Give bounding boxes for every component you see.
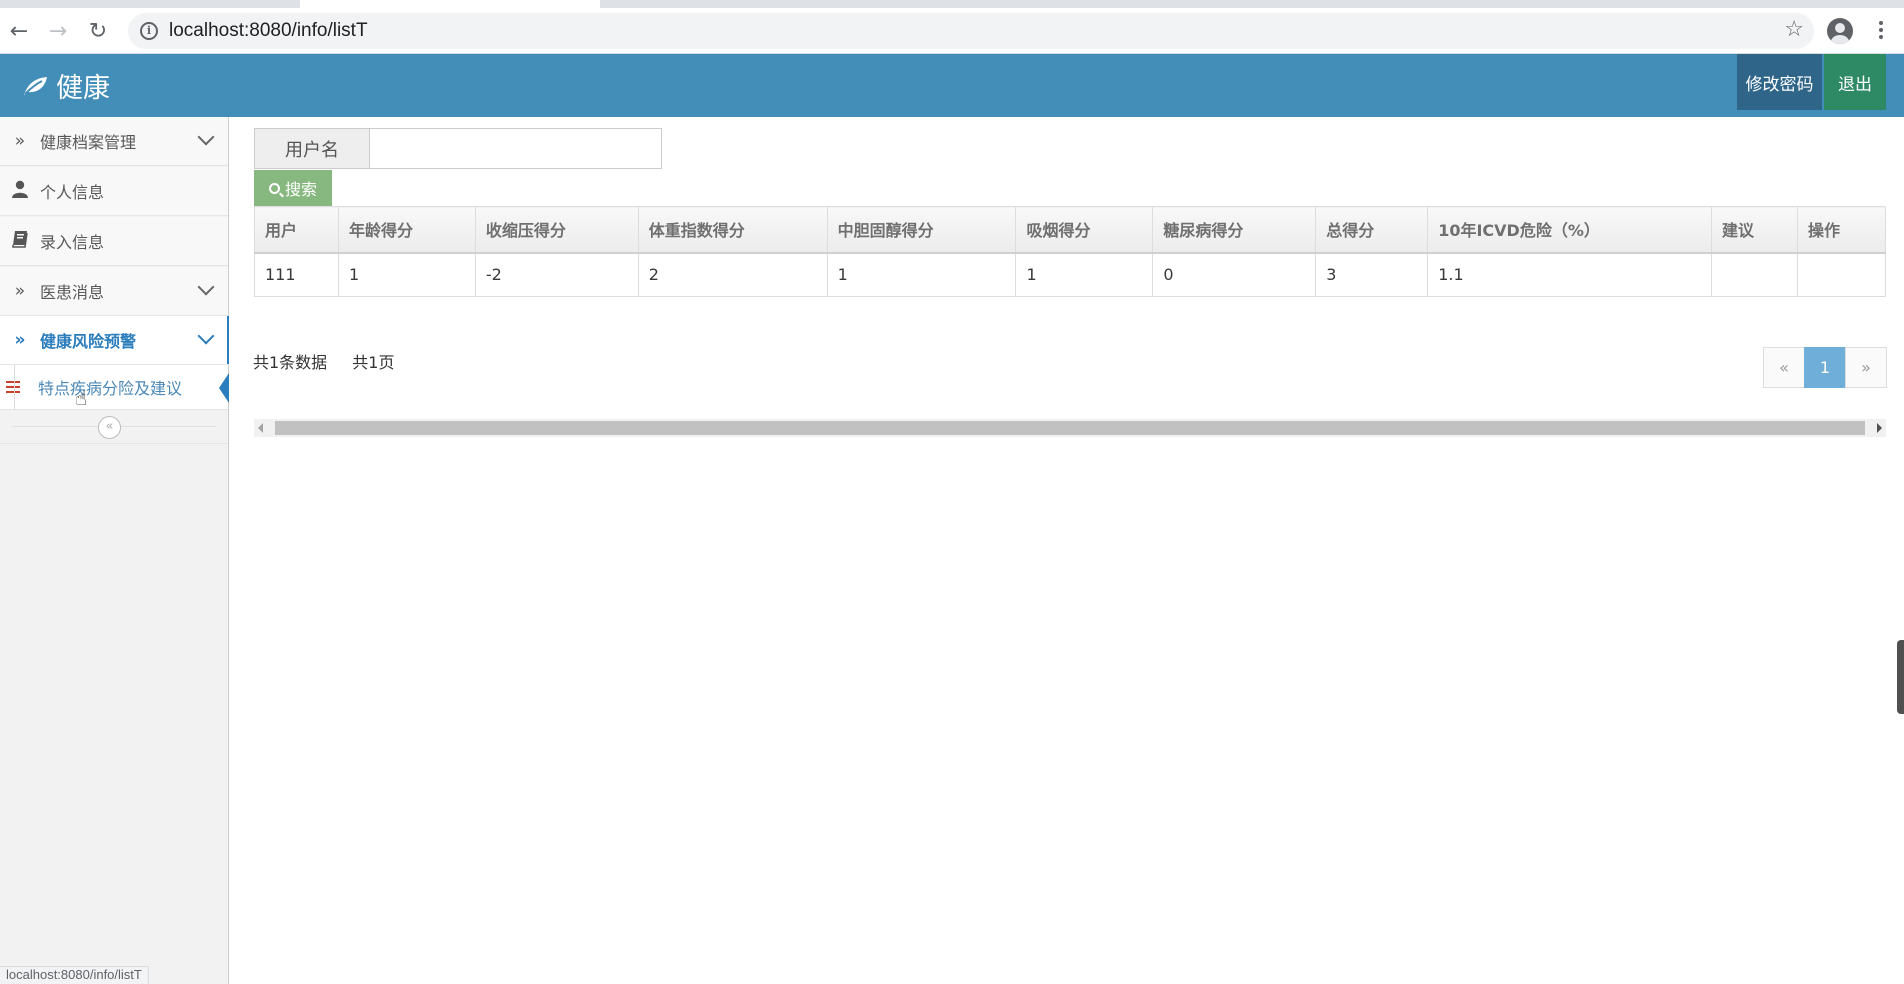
- username-label: 用户名: [254, 128, 370, 169]
- sidebar-item-health-records[interactable]: » 健康档案管理: [0, 117, 228, 166]
- sidebar-item-doctor-patient-messages[interactable]: » 医患消息: [0, 267, 228, 316]
- table-cell: 2: [637, 252, 828, 297]
- sidebar-item-label: 健康风险预警: [40, 332, 137, 351]
- scroll-right-icon[interactable]: [1877, 423, 1882, 433]
- reload-icon[interactable]: ↻: [83, 16, 113, 46]
- column-header[interactable]: 中胆固醇得分: [826, 206, 1017, 254]
- double-chevron-icon: »: [14, 281, 26, 301]
- chevron-down-icon: [197, 278, 215, 296]
- search-button-label: 搜索: [284, 180, 317, 199]
- url-text[interactable]: localhost:8080/info/listT: [169, 20, 368, 42]
- sidebar-item-personal-info[interactable]: 个人信息: [0, 167, 228, 216]
- bookmark-star-icon[interactable]: ☆: [1784, 17, 1804, 42]
- column-header[interactable]: 吸烟得分: [1015, 206, 1154, 254]
- sidebar-item-label: 个人信息: [40, 183, 105, 202]
- table-cell: 1: [826, 252, 1017, 297]
- status-bar-url: localhost:8080/info/listT: [0, 966, 149, 984]
- logout-button[interactable]: 退出: [1824, 54, 1886, 110]
- sidebar-item-enter-info[interactable]: 录入信息: [0, 217, 228, 266]
- search-icon: [268, 182, 280, 194]
- column-header[interactable]: 建议: [1711, 206, 1798, 254]
- sidebar-subitem-label: 特点疾病分险及建议: [38, 379, 183, 398]
- double-chevron-icon: »: [14, 330, 26, 350]
- list-icon: [0, 378, 30, 397]
- next-page-button[interactable]: »: [1845, 347, 1887, 388]
- change-password-button[interactable]: 修改密码: [1737, 54, 1822, 110]
- column-header[interactable]: 总得分: [1315, 206, 1429, 254]
- browser-tab[interactable]: [300, 0, 600, 8]
- profile-avatar-icon[interactable]: [1827, 18, 1853, 44]
- browser-tabstrip: [0, 0, 1904, 8]
- address-bar[interactable]: i localhost:8080/info/listT ☆: [128, 13, 1814, 49]
- sidebar-collapse-row: «: [0, 410, 228, 444]
- table-cell: [1711, 252, 1798, 297]
- username-search-input[interactable]: [369, 128, 662, 169]
- column-header[interactable]: 用户: [254, 206, 339, 254]
- book-icon: [0, 230, 40, 253]
- scrollbar-thumb[interactable]: [275, 421, 1865, 435]
- chevron-down-icon: [197, 327, 215, 345]
- back-icon[interactable]: ←: [4, 16, 34, 46]
- site-info-icon[interactable]: i: [140, 22, 158, 40]
- table-cell: 3: [1315, 252, 1429, 297]
- total-pages: 共1页: [352, 353, 395, 372]
- leaf-icon: [24, 76, 47, 95]
- brand-title: 健康: [56, 73, 110, 104]
- column-header[interactable]: 年龄得分: [337, 206, 476, 254]
- sidebar-item-label: 健康档案管理: [40, 133, 137, 152]
- total-records: 共1条数据: [253, 353, 328, 372]
- table-header-row: 用户 年龄得分 收缩压得分 体重指数得分 中胆固醇得分 吸烟得分 糖尿病得分 总…: [254, 206, 1887, 254]
- table-cell: 111: [254, 252, 339, 297]
- table-cell: 0: [1152, 252, 1317, 297]
- table-row[interactable]: 111 1 -2 2 1 1 0 3 1.1: [254, 252, 1887, 297]
- browser-menu-icon[interactable]: [1876, 18, 1886, 44]
- side-panel-handle[interactable]: [1897, 640, 1904, 714]
- sidebar: » 健康档案管理 个人信息 录入信息 » 医患消息 » 健康风险预警 特点疾病分…: [0, 117, 229, 984]
- sidebar-item-label: 医患消息: [40, 283, 105, 302]
- column-header[interactable]: 10年ICVD危险（%）: [1427, 206, 1712, 254]
- column-header[interactable]: 收缩压得分: [474, 206, 639, 254]
- double-chevron-icon: »: [14, 131, 26, 151]
- double-chevron-left-icon[interactable]: «: [98, 416, 121, 439]
- table-cell: 1: [337, 252, 476, 297]
- scroll-left-icon[interactable]: [258, 423, 263, 433]
- browser-toolbar: ← → ↻ i localhost:8080/info/listT ☆: [0, 8, 1904, 54]
- table-cell: -2: [474, 252, 639, 297]
- table-cell: 1: [1015, 252, 1154, 297]
- sidebar-subitem-disease-risk[interactable]: 特点疾病分险及建议: [0, 365, 229, 410]
- column-header[interactable]: 体重指数得分: [637, 206, 828, 254]
- pagination-summary: 共1条数据 共1页: [253, 349, 414, 373]
- table-cell: [1796, 252, 1887, 297]
- risk-score-table: 用户 年龄得分 收缩压得分 体重指数得分 中胆固醇得分 吸烟得分 糖尿病得分 总…: [254, 206, 1887, 297]
- column-header[interactable]: 操作: [1796, 206, 1887, 254]
- horizontal-scrollbar[interactable]: [254, 419, 1886, 437]
- search-button[interactable]: 搜索: [254, 170, 332, 206]
- prev-page-button[interactable]: «: [1763, 347, 1805, 388]
- chevron-down-icon: [197, 128, 215, 146]
- column-header[interactable]: 糖尿病得分: [1152, 206, 1317, 254]
- table-cell: 1.1: [1427, 252, 1712, 297]
- active-indicator-arrow: [219, 373, 229, 403]
- hand-cursor-icon: ☝: [75, 386, 88, 410]
- forward-icon[interactable]: →: [43, 16, 73, 46]
- pagination: « 1 »: [1763, 347, 1887, 388]
- user-icon: [0, 180, 40, 203]
- sidebar-item-label: 录入信息: [40, 233, 105, 252]
- page-button[interactable]: 1: [1804, 347, 1846, 388]
- sidebar-item-health-risk-warning[interactable]: » 健康风险预警: [0, 316, 229, 365]
- app-header: 健康 修改密码 退出: [0, 54, 1904, 117]
- brand[interactable]: 健康: [22, 66, 110, 105]
